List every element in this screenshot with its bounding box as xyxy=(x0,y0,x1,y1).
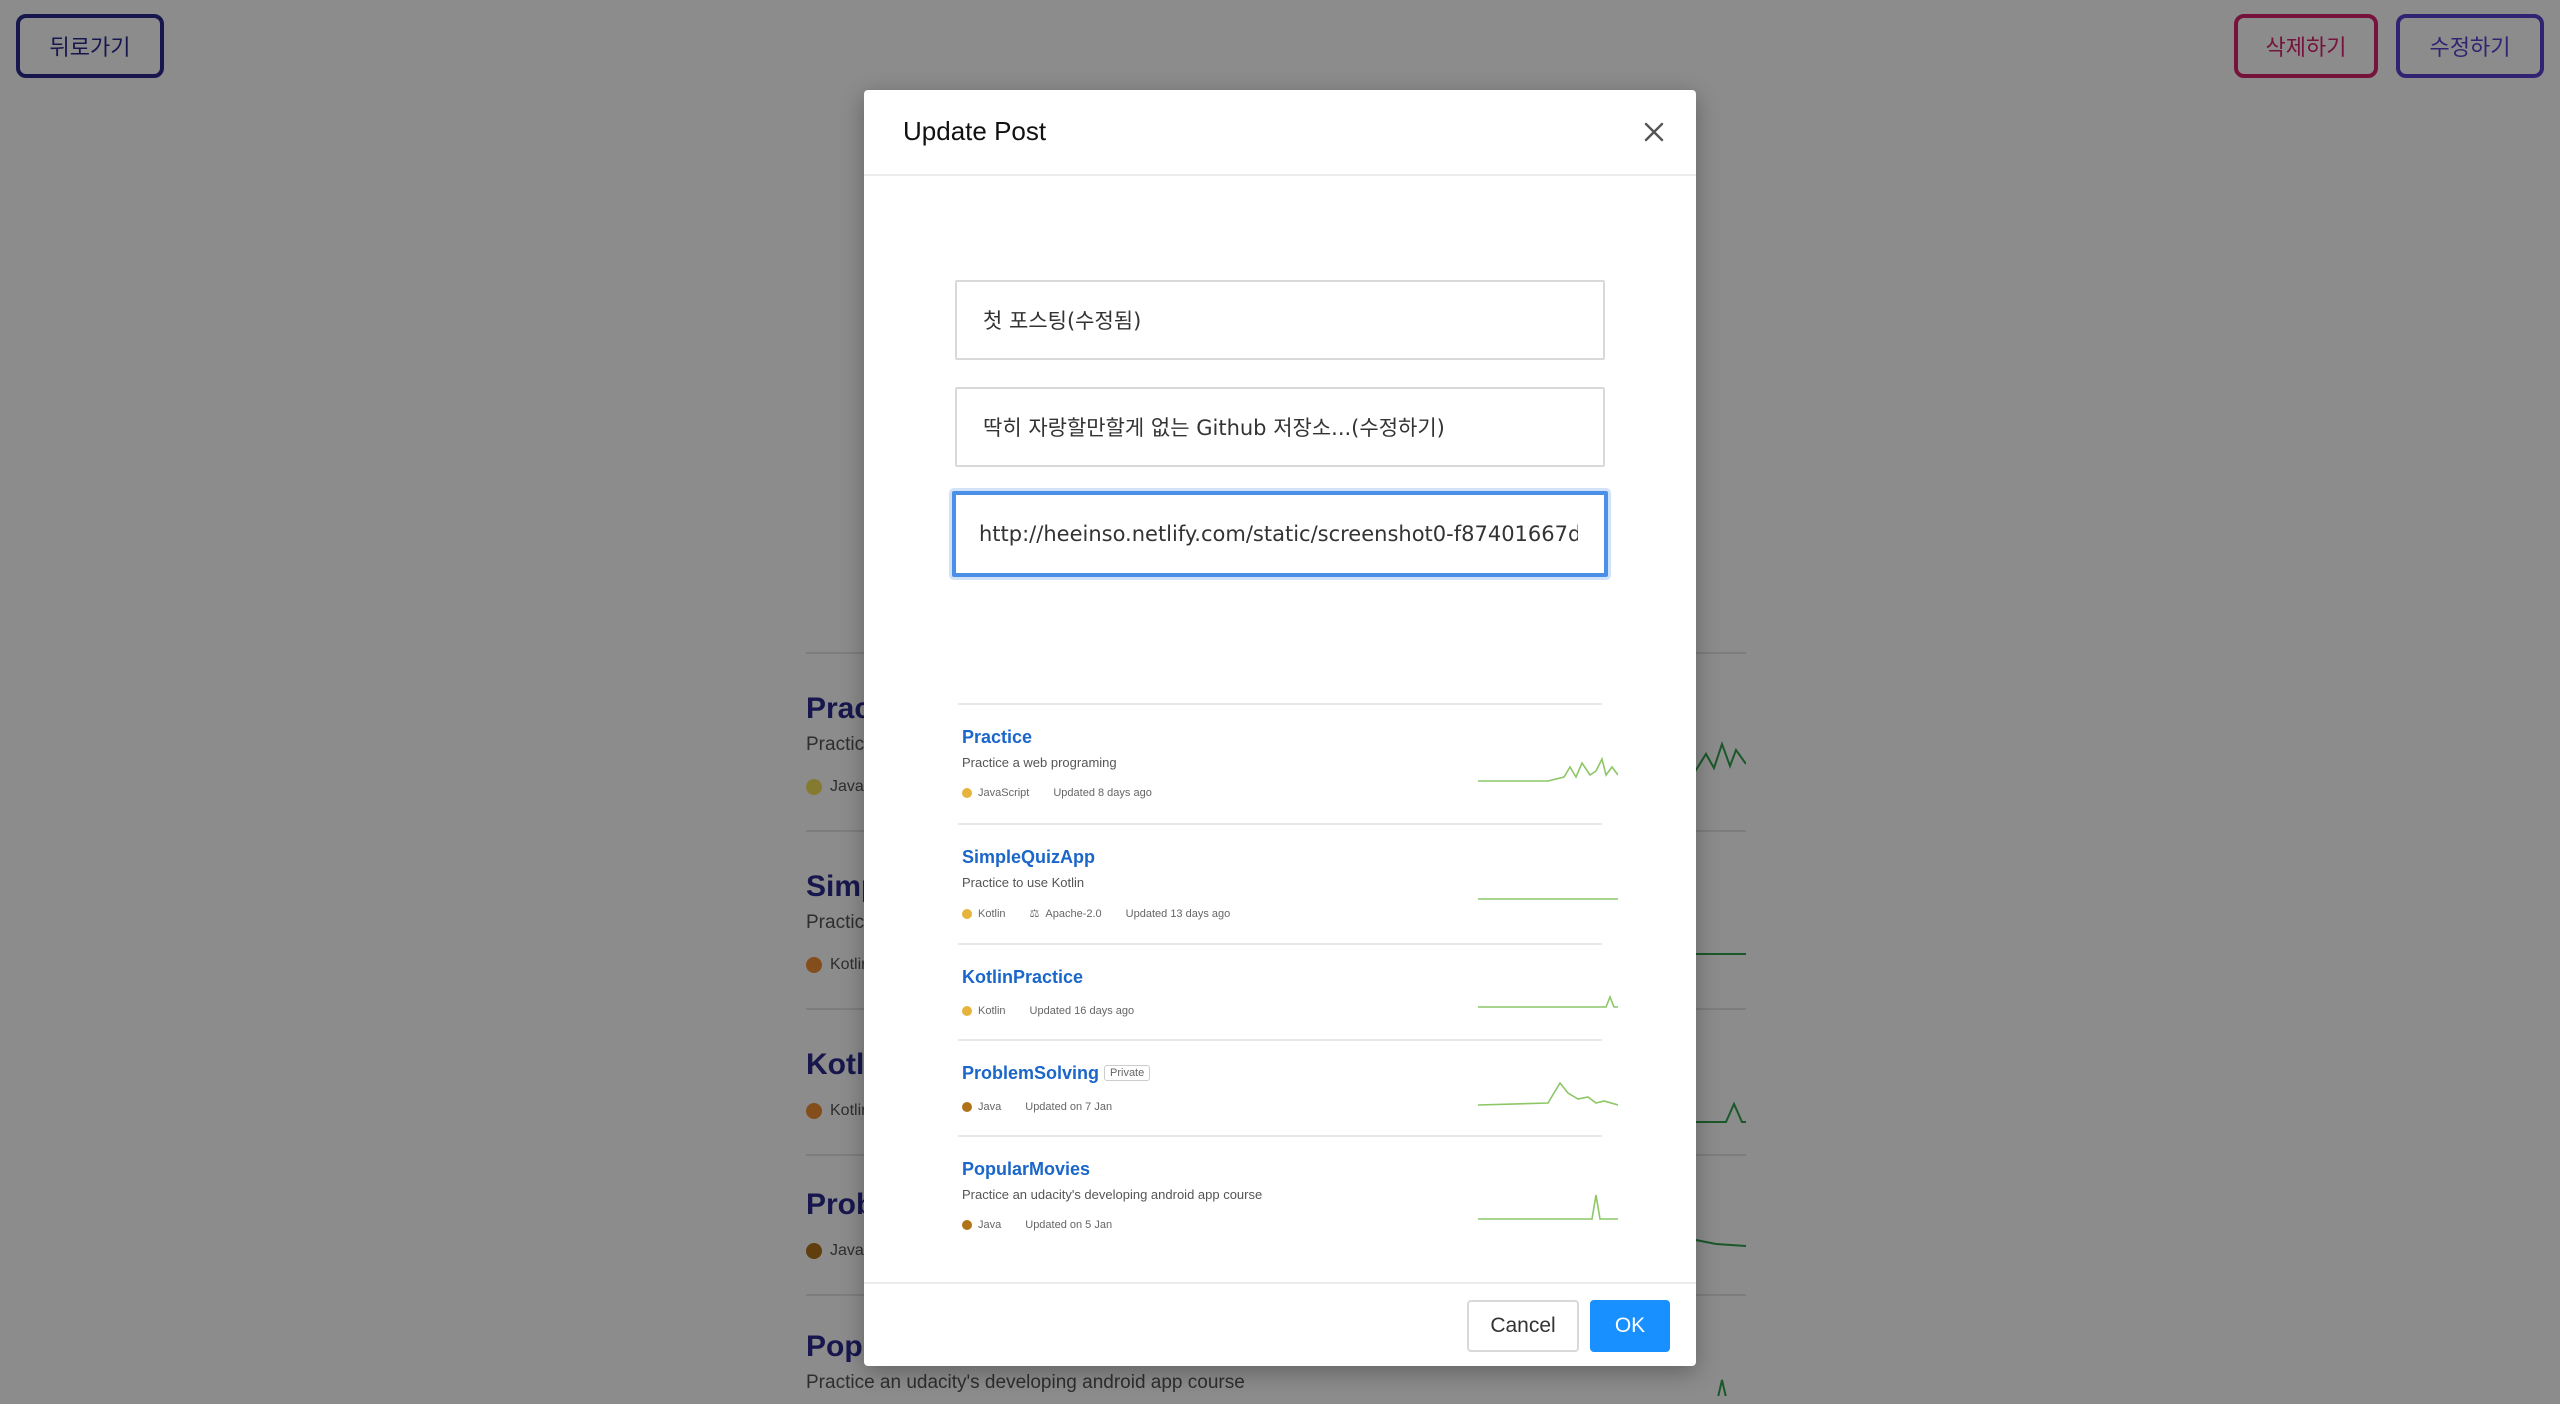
repo-meta: Java Updated on 7 Jan xyxy=(962,1101,1112,1113)
activity-sparkline xyxy=(1478,1081,1618,1106)
repo-meta: Java Updated on 5 Jan xyxy=(962,1219,1112,1231)
language-dot-icon xyxy=(962,1220,972,1230)
repo-meta: Kotlin ⚖ Apache-2.0 Updated 13 days ago xyxy=(962,907,1230,920)
repo-name: PopularMovies xyxy=(962,1159,1091,1179)
activity-sparkline xyxy=(1478,1194,1618,1220)
repo-name: SimpleQuizApp xyxy=(962,847,1096,867)
list-item: PopularMovies Practice an udacity's deve… xyxy=(958,1135,1618,1257)
activity-sparkline xyxy=(1478,898,1618,900)
list-item: Practice Practice a web programing JavaS… xyxy=(958,703,1618,825)
repo-name: Practice xyxy=(962,727,1033,747)
language-dot-icon xyxy=(962,908,972,919)
post-description-field[interactable] xyxy=(955,387,1605,467)
repo-description: Practice to use Kotlin xyxy=(962,875,1085,890)
repo-description: Practice an udacity's developing android… xyxy=(962,1187,1263,1202)
private-badge: Private xyxy=(1104,1065,1151,1081)
repo-name: KotlinPractice xyxy=(962,967,1084,987)
cancel-button[interactable]: Cancel xyxy=(1467,1300,1579,1352)
post-image-url-field[interactable] xyxy=(952,491,1608,577)
ok-button[interactable]: OK xyxy=(1590,1300,1670,1352)
close-icon[interactable] xyxy=(1634,112,1674,152)
language-dot-icon xyxy=(962,788,972,798)
modal-header: Update Post xyxy=(864,90,1696,176)
activity-sparkline xyxy=(1478,994,1618,1008)
activity-sparkline xyxy=(1478,756,1618,782)
list-item: ProblemSolving Private Java Updated on 7 … xyxy=(958,1039,1618,1137)
repo-meta: JavaScript Updated 8 days ago xyxy=(962,787,1152,799)
license-icon: ⚖ xyxy=(1029,908,1040,920)
repo-name: ProblemSolving xyxy=(962,1063,1100,1083)
post-title-field[interactable] xyxy=(955,280,1605,360)
list-item: KotlinPractice Kotlin Updated 16 days ago xyxy=(958,943,1618,1041)
list-item: SimpleQuizApp Practice to use Kotlin Kot… xyxy=(958,823,1618,945)
modal-title: Update Post xyxy=(903,116,1047,146)
repo-description: Practice a web programing xyxy=(962,755,1117,770)
language-dot-icon xyxy=(962,1102,972,1112)
repo-meta: Kotlin Updated 16 days ago xyxy=(962,1005,1134,1017)
language-dot-icon xyxy=(962,1006,972,1016)
modal-footer: Cancel OK xyxy=(864,1282,1696,1368)
update-post-modal: Update Post Practice Practice a web prog… xyxy=(864,90,1696,1366)
